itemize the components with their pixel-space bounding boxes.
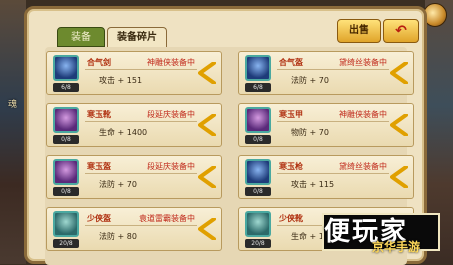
equipped-by-label: 段延庆装备中 [147,110,195,119]
equipped-by-label: 段延庆装备中 [147,162,195,171]
equipped-by-label: 黛绮丝装备中 [339,162,387,171]
fragment-card[interactable]: 0/8 寒玉甲 神雕侠装备中物防 + 70 [238,103,414,147]
fragment-count: 6/8 [245,83,271,92]
fragment-stat: 法防 + 80 [99,232,137,241]
chevron-left-icon[interactable] [390,166,408,188]
tab-equipment[interactable]: 装备 [57,27,105,47]
fragment-count: 0/8 [53,135,79,144]
fragment-stat: 法防 + 70 [99,180,137,189]
fragment-name: 合气盔 [279,58,303,67]
fragment-stat: 物防 + 70 [291,128,329,137]
tab-equipment-fragments[interactable]: 装备碎片 [107,27,167,47]
fragment-name: 少侠盔 [87,214,111,223]
chevron-left-icon[interactable] [198,62,216,84]
fragment-card[interactable]: 0/8 寒玉靴 段延庆装备中生命 + 1400 [46,103,222,147]
fragment-card[interactable]: 6/8 合气剑 神雕侠装备中 攻击 + 151 [46,51,222,95]
fragment-count: 0/8 [245,135,271,144]
fragment-icon[interactable] [53,107,79,133]
fragment-card[interactable]: 20/8 少侠盔 袁道雷霸装备中 法防 + 80 [46,207,222,251]
side-label-left: 魂 [8,100,18,110]
card-divider [85,69,197,70]
fragment-card[interactable]: 6/8 合气盔 黛绮丝装备中法防 + 70 [238,51,414,95]
fragment-icon[interactable] [53,159,79,185]
fragment-name: 寒玉盔 [87,162,111,171]
card-divider [277,121,389,122]
sell-button[interactable]: 出售 [337,19,381,43]
back-button[interactable]: ↶ [383,19,419,43]
fragment-icon[interactable] [245,211,271,237]
fragment-name: 寒玉甲 [279,110,303,119]
fragment-name: 寒玉靴 [87,110,111,119]
fragment-card[interactable]: 0/8 寒玉盔 段延庆装备中法防 + 70 [46,155,222,199]
fragment-stat: 攻击 + 115 [291,180,335,189]
equipped-by-label: 黛绮丝装备中 [339,58,387,67]
chevron-left-icon[interactable] [198,114,216,136]
watermark-subtitle: 京华手游 [372,240,421,254]
equipped-by-label: 神雕侠装备中 [147,58,195,67]
fragment-count: 6/8 [53,83,79,92]
chevron-left-icon[interactable] [390,114,408,136]
fragment-icon[interactable] [245,55,271,81]
fragment-icon[interactable] [53,211,79,237]
fragment-card[interactable]: 0/8 寒玉枪 黛绮丝装备中 攻击 + 115 [238,155,414,199]
fragment-icon[interactable] [245,107,271,133]
equipped-by-label: 神雕侠装备中 [339,110,387,119]
card-divider [85,121,197,122]
fragment-count: 0/8 [53,187,79,196]
fragment-name: 合气剑 [87,58,111,67]
card-divider [277,173,389,174]
card-divider [85,225,197,226]
chevron-left-icon[interactable] [198,218,216,240]
equipped-by-label: 袁道雷霸装备中 [139,214,195,223]
fragment-icon[interactable] [53,55,79,81]
game-background-left [0,0,26,264]
fragment-count: 0/8 [245,187,271,196]
fragment-count: 20/8 [245,239,271,248]
fragment-count: 20/8 [53,239,79,248]
fragment-name: 少侠靴 [279,214,303,223]
fragment-icon[interactable] [245,159,271,185]
fragment-name: 寒玉枪 [279,162,303,171]
card-divider [85,173,197,174]
fragment-stat: 法防 + 70 [291,76,329,85]
card-divider [277,69,389,70]
chevron-left-icon[interactable] [198,166,216,188]
fragment-stat: 生命 + 1400 [99,128,148,137]
fragment-stat: 攻击 + 151 [99,76,143,85]
chevron-left-icon[interactable] [390,62,408,84]
